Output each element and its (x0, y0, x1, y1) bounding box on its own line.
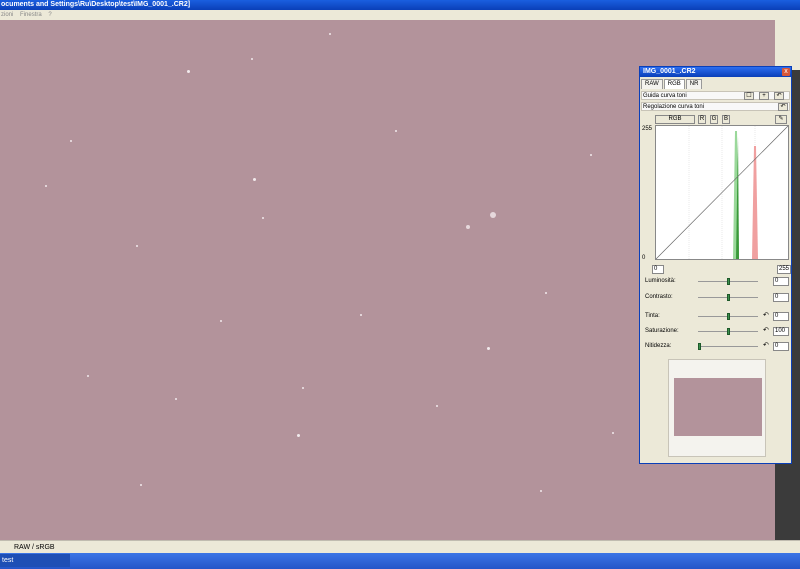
status-bar: RAW / sRGB (0, 540, 800, 554)
star (329, 33, 331, 35)
slider-sharpness-label: Nitidezza: (645, 343, 672, 349)
channel-g-button[interactable]: G (710, 115, 718, 124)
saturation-value-field[interactable]: 100 (773, 327, 789, 336)
navigator-preview[interactable] (668, 359, 766, 457)
taskbar: test (0, 553, 800, 569)
tone-curve-adjust-row: Regolazione curva toni ↶ (641, 102, 790, 111)
tab-rgb[interactable]: RGB (663, 79, 685, 89)
star (466, 225, 470, 229)
brightness-slider[interactable] (698, 278, 758, 285)
tone-curve-adjust-label: Regolazione curva toni (643, 104, 705, 110)
undo-icon[interactable]: ↶ (774, 92, 784, 100)
slider-thumb[interactable] (726, 278, 730, 285)
slider-thumb[interactable] (726, 313, 730, 320)
star (612, 432, 614, 434)
star (187, 70, 190, 73)
star (45, 185, 47, 187)
tint-slider[interactable] (698, 313, 758, 320)
contrast-value-field[interactable]: 0 (773, 293, 789, 302)
tone-curve-graph[interactable] (655, 125, 789, 260)
menu-item-help[interactable]: ? (48, 12, 51, 18)
star (302, 387, 304, 389)
channel-rgb-button[interactable]: RGB (655, 115, 695, 124)
taskbar-item[interactable]: test (0, 554, 70, 567)
star (590, 154, 592, 156)
star (360, 314, 362, 316)
star (140, 484, 142, 486)
eyedropper-icon[interactable]: ✎ (775, 115, 787, 124)
curve-input-low-field[interactable]: 0 (652, 265, 664, 274)
menu-item-options[interactable]: zioni (1, 12, 13, 18)
curve-input-high-field[interactable]: 255 (777, 265, 791, 274)
star (487, 347, 490, 350)
star (297, 434, 300, 437)
add-icon[interactable]: + (759, 92, 769, 100)
star (262, 217, 264, 219)
reset-icon[interactable]: ↶ (778, 103, 788, 111)
star (70, 140, 72, 142)
tab-nr[interactable]: NR (685, 79, 703, 89)
preview-thumbnail (674, 378, 762, 436)
window-title: ocuments and Settings\Ru\Desktop\test\IM… (1, 1, 191, 8)
tab-raw[interactable]: RAW (641, 79, 663, 89)
star (87, 375, 89, 377)
channel-r-button[interactable]: R (698, 115, 706, 124)
sharpness-value-field[interactable]: 0 (773, 342, 789, 351)
star (490, 212, 496, 218)
menu-bar: zioni Finestra ? (0, 10, 800, 20)
sharpness-reset-icon[interactable]: ↶ (763, 342, 769, 350)
slider-contrast-label: Contrasto: (645, 294, 673, 300)
tone-curve-guide-row: Guida curva toni ☐ + ↶ (641, 91, 790, 100)
star (175, 398, 177, 400)
right-edge-top (775, 20, 800, 70)
menu-item-window[interactable]: Finestra (20, 12, 42, 18)
tone-curve-svg (655, 125, 789, 260)
palette-title-bar[interactable]: IMG_0001_.CR2 (640, 67, 791, 77)
tool-palette: IMG_0001_.CR2 x RAW RGB NR Guida curva t… (639, 66, 792, 464)
tint-reset-icon[interactable]: ↶ (763, 312, 769, 320)
star (220, 320, 222, 322)
slider-tint-label: Tinta: (645, 313, 660, 319)
slider-saturation-label: Saturazione: (645, 328, 679, 334)
slider-thumb[interactable] (698, 343, 701, 350)
status-text: RAW / sRGB (14, 544, 55, 551)
slider-brightness-label: Luminosità: (645, 278, 676, 284)
star (395, 130, 397, 132)
brightness-value-field[interactable]: 0 (773, 277, 789, 286)
star (545, 292, 547, 294)
star (436, 405, 438, 407)
window-title-bar[interactable]: ocuments and Settings\Ru\Desktop\test\IM… (0, 0, 800, 10)
curve-max-label: 255 (642, 126, 653, 132)
palette-tabs: RAW RGB NR (641, 79, 703, 89)
contrast-slider[interactable] (698, 294, 758, 301)
close-icon[interactable]: x (782, 68, 790, 76)
slider-thumb[interactable] (726, 328, 730, 335)
slider-thumb[interactable] (726, 294, 730, 301)
channel-b-button[interactable]: B (722, 115, 730, 124)
checkbox-icon[interactable]: ☐ (744, 92, 754, 100)
star (251, 58, 253, 60)
curve-min-label: 0 (642, 255, 646, 261)
tone-curve-guide-label: Guida curva toni (643, 93, 687, 99)
palette-title: IMG_0001_.CR2 (643, 68, 696, 75)
star (253, 178, 256, 181)
sharpness-slider[interactable] (698, 343, 758, 350)
star (136, 245, 138, 247)
star (540, 490, 542, 492)
saturation-slider[interactable] (698, 328, 758, 335)
tint-value-field[interactable]: 0 (773, 312, 789, 321)
saturation-reset-icon[interactable]: ↶ (763, 327, 769, 335)
